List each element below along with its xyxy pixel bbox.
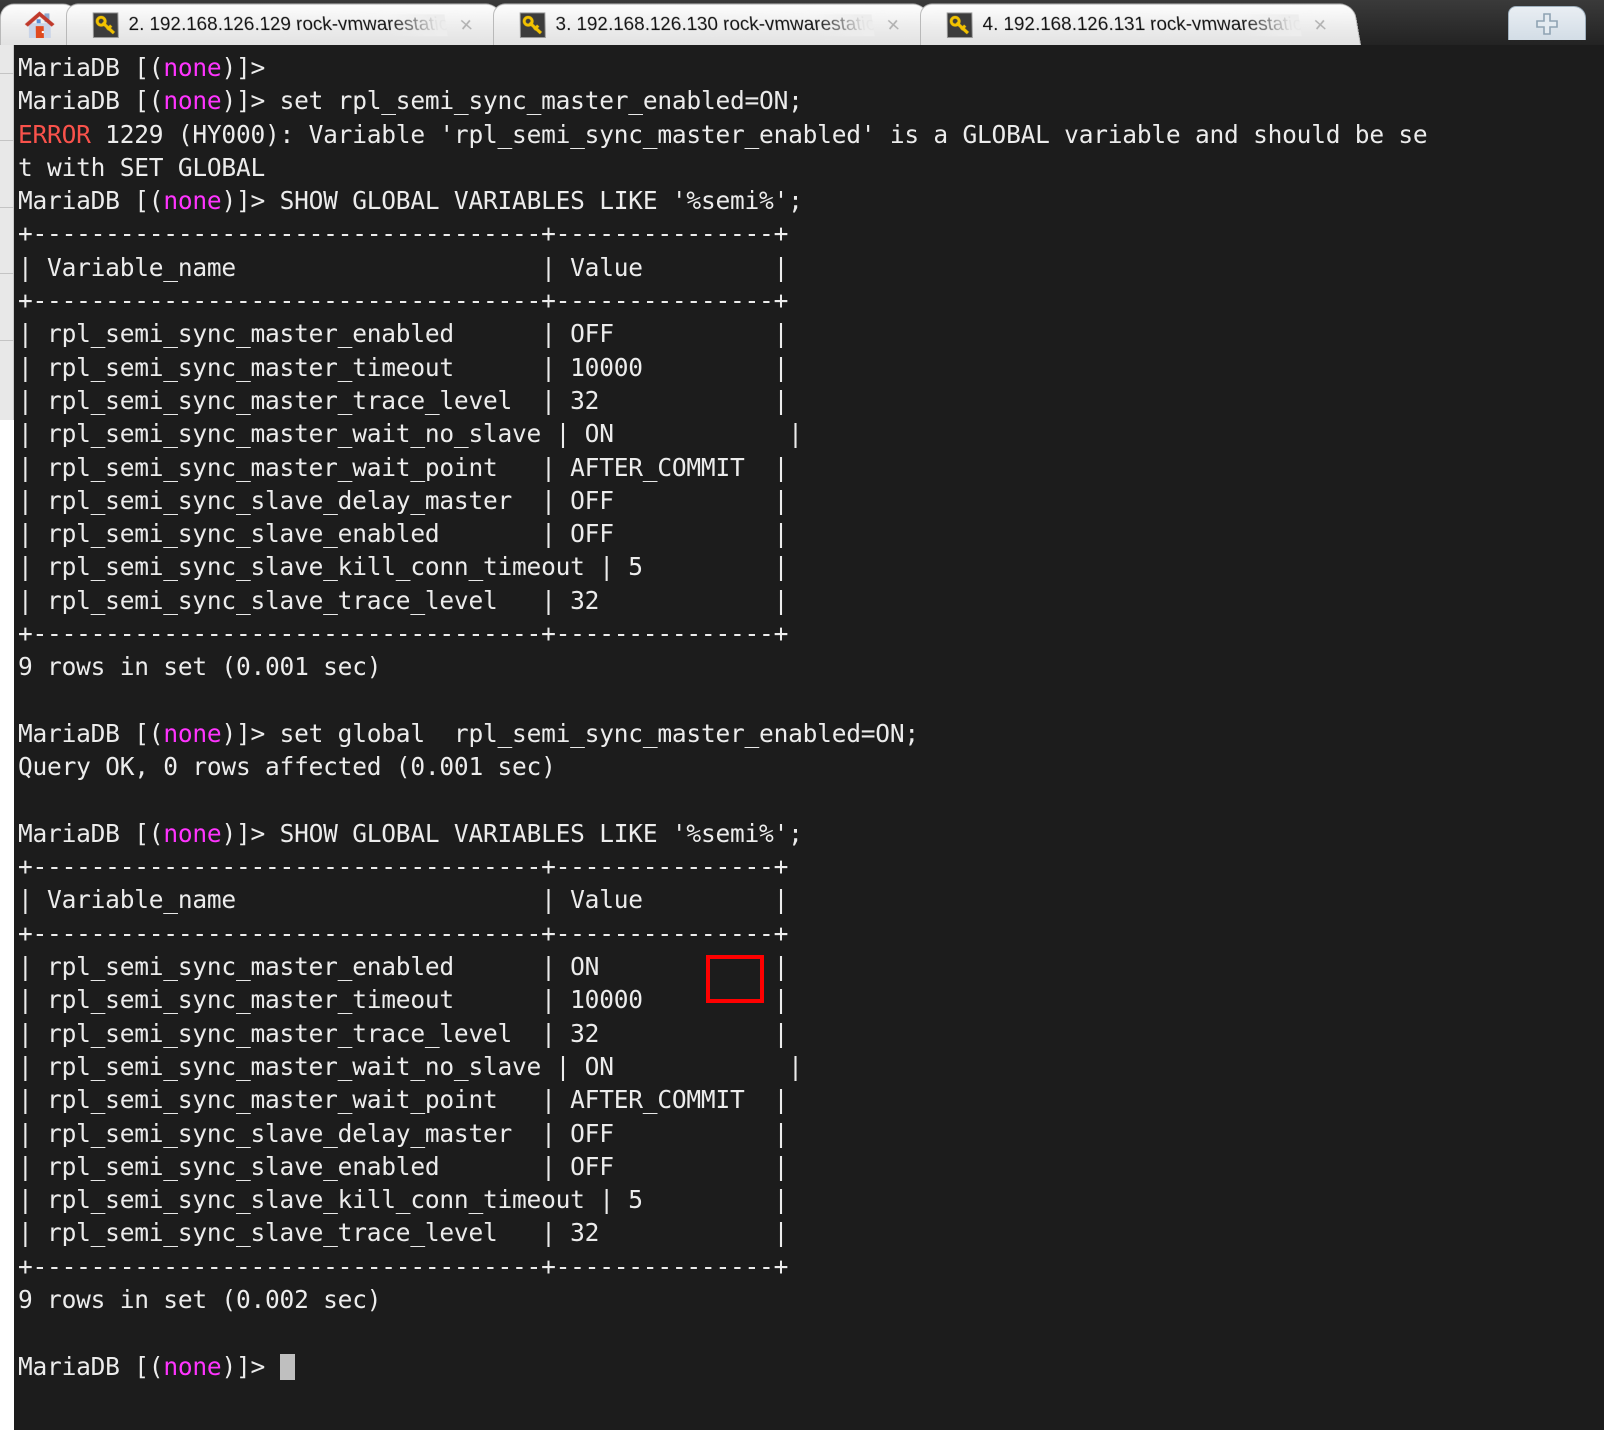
terminal-line: | rpl_semi_sync_master_wait_point | AFTE… [18,1083,1604,1116]
terminal-line: | rpl_semi_sync_master_enabled | OFF | [18,317,1604,350]
terminal-output[interactable]: MariaDB [(none)]> MariaDB [(none)]> set … [15,45,1604,1430]
tab-session-4[interactable]: 4. 192.168.126.131 rock-vmwarestation × [920,4,1361,45]
terminal-line: | rpl_semi_sync_master_timeout | 10000 | [18,351,1604,384]
terminal-line: MariaDB [(none)]> set global rpl_semi_sy… [18,717,1604,750]
terminal-line: 9 rows in set (0.001 sec) [18,650,1604,683]
terminal-line: | rpl_semi_sync_slave_trace_level | 32 | [18,584,1604,617]
terminal-line: MariaDB [(none)]> [18,51,1604,84]
terminal-line [18,784,1604,817]
terminal-line: | rpl_semi_sync_slave_delay_master | OFF… [18,484,1604,517]
home-icon [23,9,57,40]
terminal-line [18,1316,1604,1349]
terminal-line: | rpl_semi_sync_master_enabled | ON | [18,950,1604,983]
left-gutter [0,45,14,1430]
terminal-line: MariaDB [(none)]> set rpl_semi_sync_mast… [18,84,1604,117]
terminal-line: | rpl_semi_sync_slave_trace_level | 32 | [18,1216,1604,1249]
terminal-line: +-----------------------------------+---… [18,850,1604,883]
terminal-line: MariaDB [(none)]> [18,1350,1604,1383]
terminal-line: | rpl_semi_sync_slave_enabled | OFF | [18,517,1604,550]
terminal-line: | rpl_semi_sync_master_trace_level | 32 … [18,1017,1604,1050]
terminal-line: +-----------------------------------+---… [18,617,1604,650]
terminal-line: | rpl_semi_sync_slave_kill_conn_timeout … [18,550,1604,583]
gutter-blank [0,420,14,1430]
terminal-line: MariaDB [(none)]> SHOW GLOBAL VARIABLES … [18,817,1604,850]
terminal-line: +-----------------------------------+---… [18,1250,1604,1283]
plus-icon [1534,11,1560,37]
terminal-line: t with SET GLOBAL [18,151,1604,184]
tab-session-2[interactable]: 2. 192.168.126.129 rock-vmwarestation × [66,4,507,45]
tab-label: 2. 192.168.126.129 rock-vmwarestation [128,14,447,36]
terminal-line: | rpl_semi_sync_slave_enabled | OFF | [18,1150,1604,1183]
tab-bar: 2. 192.168.126.129 rock-vmwarestation × … [0,0,1604,45]
key-icon [946,12,972,38]
terminal-line: 9 rows in set (0.002 sec) [18,1283,1604,1316]
key-icon [520,12,546,38]
terminal-line: MariaDB [(none)]> SHOW GLOBAL VARIABLES … [18,184,1604,217]
terminal-line: +-----------------------------------+---… [18,217,1604,250]
tab-label: 4. 192.168.126.131 rock-vmwarestation [982,14,1301,36]
terminal-line: | rpl_semi_sync_master_wait_no_slave | O… [18,1050,1604,1083]
close-icon[interactable]: × [1312,14,1328,36]
terminal-line: | rpl_semi_sync_master_timeout | 10000 | [18,983,1604,1016]
terminal-line: | rpl_semi_sync_slave_kill_conn_timeout … [18,1183,1604,1216]
terminal-line: | rpl_semi_sync_master_wait_no_slave | O… [18,417,1604,450]
tab-label: 3. 192.168.126.130 rock-vmwarestation [555,14,874,36]
terminal-line: | Variable_name | Value | [18,251,1604,284]
close-icon[interactable]: × [885,14,901,36]
terminal-line: | Variable_name | Value | [18,883,1604,916]
terminal-line: +-----------------------------------+---… [18,917,1604,950]
tab-strip: 2. 192.168.126.129 rock-vmwarestation × … [0,0,1604,45]
terminal-line: +-----------------------------------+---… [18,284,1604,317]
tab-session-3[interactable]: 3. 192.168.126.130 rock-vmwarestation × [493,4,934,45]
terminal-line: ERROR 1229 (HY000): Variable 'rpl_semi_s… [18,118,1604,151]
terminal-line: | rpl_semi_sync_master_wait_point | AFTE… [18,451,1604,484]
terminal-line: | rpl_semi_sync_master_trace_level | 32 … [18,384,1604,417]
terminal-line [18,684,1604,717]
new-tab-button[interactable] [1508,6,1586,40]
close-icon[interactable]: × [458,14,474,36]
terminal-line: Query OK, 0 rows affected (0.001 sec) [18,750,1604,783]
key-icon [93,12,119,38]
terminal-lines: MariaDB [(none)]> MariaDB [(none)]> set … [18,51,1604,1383]
text-cursor [280,1354,295,1380]
terminal-line: | rpl_semi_sync_slave_delay_master | OFF… [18,1117,1604,1150]
